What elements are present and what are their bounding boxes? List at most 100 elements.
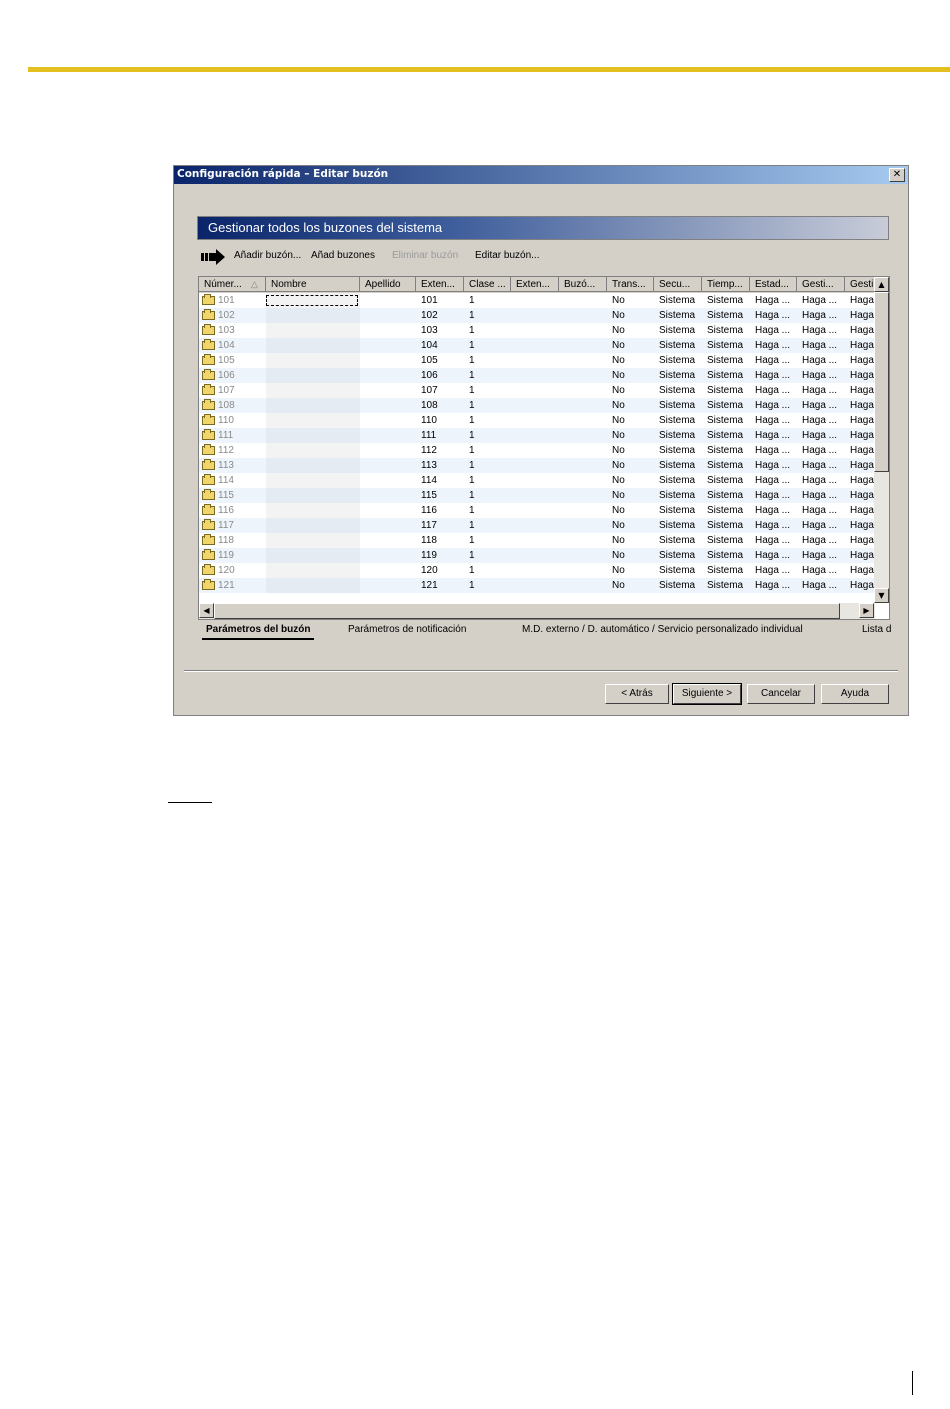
table-row[interactable]: 102 102 1 No Sistema Sistema Haga ... Haga ... H… [199, 308, 875, 323]
add-mailbox-button[interactable]: Añadir buzón... [234, 250, 301, 261]
table-cell[interactable]: Haga ... [750, 323, 797, 338]
table-cell[interactable]: 120 [199, 563, 266, 578]
table-cell[interactable] [559, 338, 607, 353]
table-cell[interactable] [360, 413, 416, 428]
table-cell[interactable]: Sistema [654, 428, 702, 443]
table-row[interactable]: 104 104 1 No Sistema Sistema Haga ... Haga ... H… [199, 338, 875, 353]
table-cell[interactable]: Haga ... [797, 563, 845, 578]
table-cell[interactable] [559, 428, 607, 443]
table-cell[interactable]: 102 [416, 308, 464, 323]
table-cell[interactable]: Haga ... [750, 548, 797, 563]
table-cell[interactable]: 120 [416, 563, 464, 578]
table-cell[interactable]: 112 [416, 443, 464, 458]
table-cell[interactable]: No [607, 443, 654, 458]
table-cell[interactable]: Haga ... [797, 308, 845, 323]
table-cell[interactable]: Sistema [654, 383, 702, 398]
table-cell[interactable]: Haga [845, 398, 875, 413]
table-cell[interactable]: No [607, 488, 654, 503]
scroll-down-button[interactable]: ▼ [874, 588, 889, 603]
table-cell[interactable]: Haga ... [797, 383, 845, 398]
table-cell[interactable]: Haga ... [750, 413, 797, 428]
table-cell[interactable] [360, 368, 416, 383]
table-cell[interactable]: 113 [199, 458, 266, 473]
table-cell[interactable]: 106 [199, 368, 266, 383]
table-cell[interactable]: Haga ... [750, 563, 797, 578]
table-cell[interactable]: 121 [199, 578, 266, 593]
table-cell[interactable]: Haga [845, 503, 875, 518]
table-cell[interactable]: Sistema [654, 548, 702, 563]
table-cell[interactable]: 1 [464, 578, 511, 593]
column-header[interactable]: Exten... [511, 277, 559, 292]
tab-notification-parameters[interactable]: Parámetros de notificación [344, 622, 470, 638]
table-cell[interactable]: 112 [199, 443, 266, 458]
table-cell[interactable] [559, 458, 607, 473]
table-cell[interactable] [511, 368, 559, 383]
table-cell[interactable]: Sistema [654, 413, 702, 428]
column-header[interactable]: Buzó... [559, 277, 607, 292]
table-row[interactable]: 120 120 1 No Sistema Sistema Haga ... Haga ... H… [199, 563, 875, 578]
table-cell[interactable]: 108 [416, 398, 464, 413]
table-row[interactable]: 117 117 1 No Sistema Sistema Haga ... Haga ... H… [199, 518, 875, 533]
table-cell[interactable] [266, 503, 360, 518]
table-cell[interactable]: Haga ... [797, 368, 845, 383]
back-button[interactable]: < Atrás [605, 684, 669, 704]
table-cell[interactable]: Sistema [654, 398, 702, 413]
edit-mailbox-button[interactable]: Editar buzón... [475, 250, 539, 261]
table-cell[interactable]: Haga [845, 443, 875, 458]
table-cell[interactable]: Sistema [654, 578, 702, 593]
table-cell[interactable]: Sistema [654, 323, 702, 338]
column-header[interactable]: Nombre [266, 277, 360, 292]
table-cell[interactable]: 1 [464, 443, 511, 458]
table-cell[interactable]: 114 [416, 473, 464, 488]
table-cell[interactable]: No [607, 413, 654, 428]
table-row[interactable]: 110 110 1 No Sistema Sistema Haga ... Haga ... H… [199, 413, 875, 428]
table-cell[interactable] [559, 548, 607, 563]
table-cell[interactable]: Haga ... [750, 533, 797, 548]
table-cell[interactable] [360, 503, 416, 518]
table-cell[interactable]: 1 [464, 383, 511, 398]
table-cell[interactable] [360, 293, 416, 308]
scroll-left-button[interactable]: ◀ [199, 603, 214, 618]
table-cell[interactable] [511, 563, 559, 578]
table-cell[interactable] [266, 428, 360, 443]
table-cell[interactable]: 102 [199, 308, 266, 323]
table-cell[interactable] [266, 383, 360, 398]
vertical-scroll-thumb[interactable] [874, 292, 889, 472]
table-cell[interactable]: Sistema [702, 428, 750, 443]
table-cell[interactable]: Sistema [702, 563, 750, 578]
table-cell[interactable]: 1 [464, 368, 511, 383]
table-cell[interactable] [511, 353, 559, 368]
table-cell[interactable]: 1 [464, 338, 511, 353]
table-cell[interactable] [266, 488, 360, 503]
table-cell[interactable] [511, 503, 559, 518]
table-cell[interactable]: 1 [464, 323, 511, 338]
table-cell[interactable]: 103 [199, 323, 266, 338]
table-row[interactable]: 119 119 1 No Sistema Sistema Haga ... Haga ... H… [199, 548, 875, 563]
tab-list[interactable]: Lista d [858, 622, 895, 638]
table-cell[interactable] [559, 353, 607, 368]
table-cell[interactable] [559, 533, 607, 548]
table-cell[interactable]: Sistema [702, 308, 750, 323]
table-cell[interactable] [360, 308, 416, 323]
table-cell[interactable] [559, 308, 607, 323]
table-cell[interactable]: Haga ... [750, 473, 797, 488]
table-cell[interactable] [266, 473, 360, 488]
table-cell[interactable] [360, 398, 416, 413]
table-cell[interactable]: Haga ... [750, 353, 797, 368]
table-cell[interactable]: 116 [416, 503, 464, 518]
table-cell[interactable]: 1 [464, 473, 511, 488]
table-cell[interactable]: Haga ... [750, 308, 797, 323]
table-cell[interactable]: 110 [199, 413, 266, 428]
table-cell[interactable]: Haga ... [750, 368, 797, 383]
table-cell[interactable]: 105 [199, 353, 266, 368]
table-cell[interactable] [559, 578, 607, 593]
table-cell[interactable]: No [607, 398, 654, 413]
table-cell[interactable]: Haga [845, 308, 875, 323]
table-cell[interactable]: Sistema [654, 503, 702, 518]
table-cell[interactable]: Sistema [654, 563, 702, 578]
table-cell[interactable] [511, 428, 559, 443]
table-cell[interactable] [511, 488, 559, 503]
table-cell[interactable] [511, 518, 559, 533]
table-cell[interactable]: 1 [464, 533, 511, 548]
table-cell[interactable]: 101 [416, 293, 464, 308]
